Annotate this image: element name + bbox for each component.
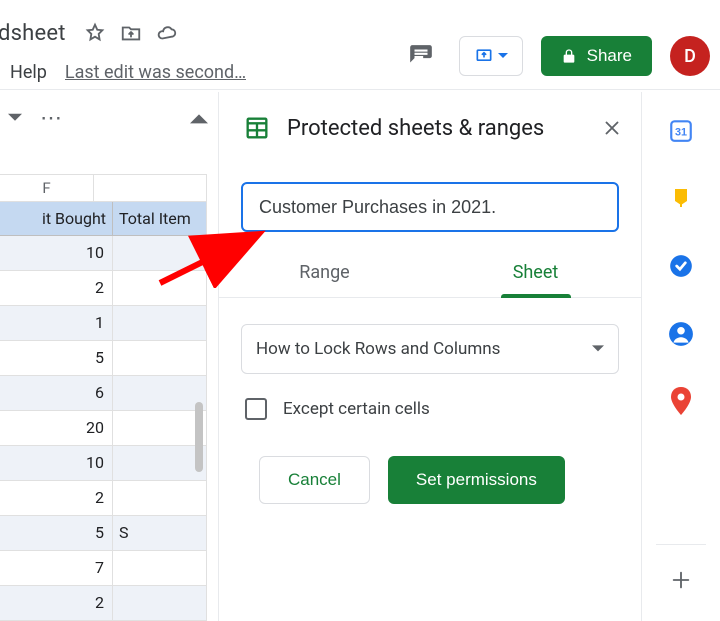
table-row[interactable]: 7: [0, 551, 206, 586]
menu-help[interactable]: Help: [10, 62, 47, 83]
tasks-icon[interactable]: [667, 252, 695, 280]
comments-icon[interactable]: [401, 36, 441, 76]
table-row[interactable]: 1: [0, 306, 206, 341]
share-button-label: Share: [587, 46, 632, 66]
cell[interactable]: [113, 551, 207, 585]
table-row[interactable]: 2: [0, 586, 206, 621]
cell[interactable]: 10: [0, 236, 113, 270]
share-button[interactable]: Share: [541, 36, 652, 76]
description-input-wrap: [241, 182, 619, 232]
header-cell[interactable]: it Bought: [0, 202, 113, 235]
cell[interactable]: 5: [0, 516, 113, 550]
calendar-icon[interactable]: 31: [667, 116, 695, 144]
document-title[interactable]: dsheet: [0, 21, 66, 46]
cell[interactable]: [113, 341, 207, 375]
close-icon[interactable]: [601, 117, 623, 139]
sheets-icon: [243, 114, 271, 142]
cell[interactable]: 6: [0, 376, 113, 410]
move-icon[interactable]: [120, 22, 142, 44]
table-row[interactable]: 20: [0, 411, 206, 446]
last-edit-link[interactable]: Last edit was second…: [65, 62, 246, 83]
collapse-icon[interactable]: [190, 109, 208, 127]
except-cells-label: Except certain cells: [283, 399, 430, 419]
sheet-dropdown-value: How to Lock Rows and Columns: [256, 339, 500, 359]
cell[interactable]: 1: [0, 306, 113, 340]
table-row[interactable]: 10: [0, 236, 206, 271]
toolbar-dropdown-icon[interactable]: [8, 111, 22, 125]
more-icon[interactable]: ⋯: [40, 106, 64, 131]
cell[interactable]: [113, 586, 207, 620]
table-row[interactable]: 5: [0, 341, 206, 376]
lock-icon: [561, 48, 577, 64]
contacts-icon[interactable]: [667, 320, 695, 348]
cell[interactable]: [113, 411, 207, 445]
table-row[interactable]: 2: [0, 271, 206, 306]
title-bar: dsheet Share D: [0, 0, 720, 90]
tab-sheet[interactable]: Sheet: [430, 262, 641, 297]
set-permissions-button[interactable]: Set permissions: [388, 456, 565, 504]
cell[interactable]: 2: [0, 481, 113, 515]
vertical-scrollbar[interactable]: [195, 402, 203, 472]
cell[interactable]: 5: [0, 341, 113, 375]
cell[interactable]: 2: [0, 271, 113, 305]
cell[interactable]: 7: [0, 551, 113, 585]
cancel-button[interactable]: Cancel: [259, 456, 370, 504]
add-addon-icon[interactable]: [656, 544, 706, 591]
cell[interactable]: S: [113, 516, 207, 550]
svg-text:31: 31: [675, 126, 687, 138]
chevron-down-icon: [592, 343, 604, 355]
star-icon[interactable]: [84, 22, 106, 44]
spreadsheet-grid[interactable]: E F it Bought Total Item 102156201025S72: [0, 174, 207, 621]
cell[interactable]: 10: [0, 446, 113, 480]
header-cell[interactable]: Total Item: [113, 202, 207, 235]
panel-title: Protected sheets & ranges: [287, 116, 585, 141]
keep-icon[interactable]: [667, 184, 695, 212]
cell[interactable]: [113, 446, 207, 480]
cell[interactable]: [113, 306, 207, 340]
cell[interactable]: [113, 236, 207, 270]
except-cells-checkbox[interactable]: [245, 398, 267, 420]
maps-icon[interactable]: [667, 388, 695, 416]
sheet-dropdown[interactable]: How to Lock Rows and Columns: [241, 324, 619, 374]
table-row[interactable]: 10: [0, 446, 206, 481]
column-letter-F[interactable]: F: [0, 175, 94, 201]
toolbar-strip: ⋯: [0, 100, 218, 136]
present-button[interactable]: [459, 36, 523, 76]
cloud-icon[interactable]: [156, 22, 178, 44]
table-row[interactable]: 6: [0, 376, 206, 411]
table-row[interactable]: 2: [0, 481, 206, 516]
description-input[interactable]: [257, 196, 603, 219]
header-row: it Bought Total Item: [0, 202, 206, 236]
cell[interactable]: [113, 481, 207, 515]
side-rail: 31: [642, 92, 720, 621]
cell[interactable]: 20: [0, 411, 113, 445]
tab-range[interactable]: Range: [219, 262, 430, 297]
table-row[interactable]: 5S: [0, 516, 206, 551]
protected-sheets-panel: Protected sheets & ranges Range Sheet Ho…: [218, 92, 642, 621]
cell[interactable]: 2: [0, 586, 113, 620]
user-avatar[interactable]: D: [670, 36, 710, 76]
cell[interactable]: [113, 376, 207, 410]
cell[interactable]: [113, 271, 207, 305]
